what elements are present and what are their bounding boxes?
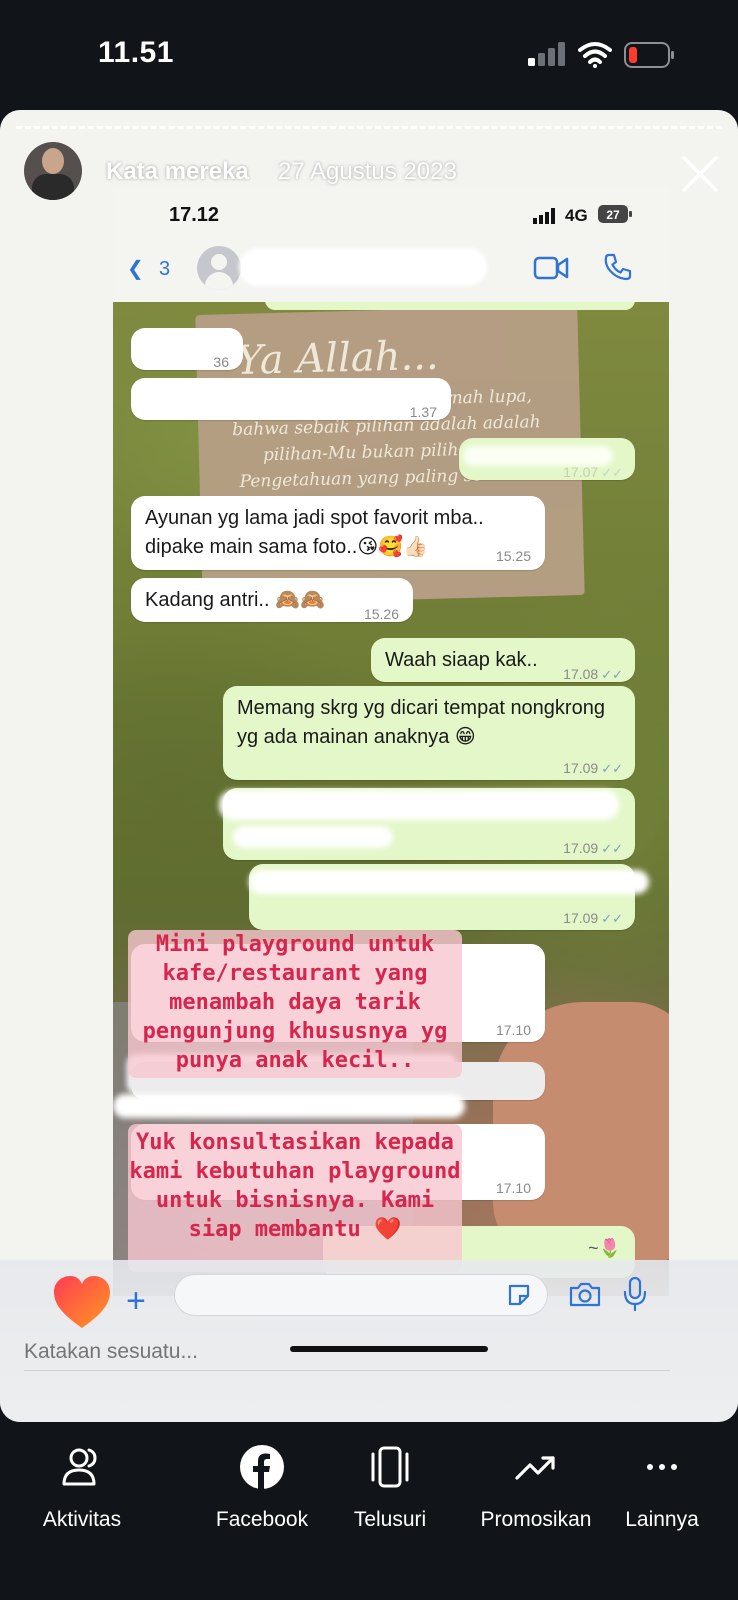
home-indicator: [290, 1346, 488, 1352]
wallpaper-line: pilihan-Mu bukan piliha: [262, 439, 469, 466]
message-bubble-in: 17.10: [131, 944, 545, 1042]
message-bubble-out: [265, 302, 635, 310]
nav-item-facebook[interactable]: Facebook: [192, 1444, 332, 1532]
status-time: 11.51: [98, 36, 174, 69]
camera-icon[interactable]: [568, 1280, 602, 1308]
heart-icon[interactable]: [52, 1274, 112, 1330]
add-icon[interactable]: +: [126, 1284, 146, 1318]
nav-label: Lainnya: [625, 1508, 699, 1531]
reply-bar: +: [0, 1260, 738, 1422]
redaction: [233, 826, 393, 848]
chevron-left-icon: ❮: [127, 258, 144, 280]
wifi-icon: [578, 42, 612, 68]
message-text: Waah siaap kak..: [385, 649, 538, 671]
redaction: [113, 1094, 465, 1118]
message-text: Memang skrg yg dicari tempat nongkrong y…: [237, 697, 605, 748]
status-bar: 11.51: [0, 0, 738, 110]
more-icon: [647, 1464, 677, 1470]
reply-input[interactable]: [24, 1340, 444, 1364]
story-viewer: 17.12 4G 27 ❮ 3 Ya Allah... ernah lupa, …: [0, 110, 738, 1422]
message-time: 17.09 ✓✓: [563, 910, 623, 926]
nav-label: Telusuri: [353, 1508, 427, 1531]
phone-icon: [604, 253, 632, 281]
message-time: 17.07 ✓✓: [563, 464, 623, 480]
screenshot-network: 4G: [565, 206, 588, 225]
message-time: 17.08 ✓✓: [563, 666, 623, 682]
redaction: [249, 870, 649, 894]
divider: [24, 1370, 670, 1371]
message-bubble-out: 17.09 ✓✓: [219, 788, 635, 860]
message-bubble-out: 17.09 ✓✓: [249, 864, 649, 930]
message-time: 1.37: [409, 404, 437, 420]
nav-item-aktivitas[interactable]: Aktivitas: [12, 1444, 152, 1532]
story-progress-bar: [16, 126, 722, 129]
message-text: ~🌷: [588, 1238, 621, 1258]
message-bubble-in: 17.10: [131, 1124, 545, 1200]
sticker-icon[interactable]: [506, 1282, 532, 1308]
message-bubble-in: 1.37: [131, 378, 451, 420]
message-text: Kadang antri.. 🙈🙈: [145, 589, 325, 611]
nav-label: Aktivitas: [42, 1508, 122, 1531]
chat-header: 17.12 4G 27 ❮ 3: [113, 186, 669, 302]
browse-icon: [371, 1446, 409, 1488]
battery-icon: [624, 42, 674, 68]
message-time: 17.10: [495, 1180, 531, 1196]
story-username[interactable]: Kata mereka: [106, 158, 249, 186]
contact-avatar: [197, 246, 241, 290]
facebook-icon: [240, 1445, 284, 1489]
nav-item-telusuri[interactable]: Telusuri: [320, 1444, 460, 1532]
signal-icon: [528, 42, 565, 66]
message-time: 36: [213, 354, 229, 370]
microphone-icon[interactable]: [622, 1276, 648, 1312]
message-time: 17.10: [495, 1022, 531, 1038]
wallpaper-line: Pengetahuan yang paling se: [239, 465, 483, 492]
promote-icon: [515, 1456, 555, 1480]
video-call-icon: [533, 256, 569, 280]
avatar[interactable]: [24, 142, 82, 200]
message-time: 17.09 ✓✓: [563, 840, 623, 856]
message-bubble-out: 17.07 ✓✓: [459, 438, 635, 480]
message-text: Ayunan yg lama jadi spot favorit mba.. d…: [145, 507, 484, 558]
message-bubble-out: Memang skrg yg dicari tempat nongkrong y…: [223, 686, 635, 780]
message-bubble-in: Ayunan yg lama jadi spot favorit mba.. d…: [131, 496, 545, 570]
screenshot-battery-icon: 27: [598, 205, 632, 223]
message-time: 15.26: [363, 606, 399, 622]
story-image: 17.12 4G 27 ❮ 3 Ya Allah... ernah lupa, …: [113, 186, 669, 1296]
nav-item-lainnya[interactable]: Lainnya: [600, 1444, 724, 1532]
contact-name-redacted: [239, 248, 487, 286]
unread-count: 3: [159, 258, 171, 280]
screenshot-time: 17.12: [169, 204, 220, 226]
story-date: 27 Agustus 2023: [278, 158, 457, 185]
bottom-nav: Aktivitas Facebook Telusuri Promosikan L…: [0, 1422, 738, 1600]
message-time: 17.09 ✓✓: [563, 760, 623, 776]
message-bubble-in: 36: [131, 328, 243, 370]
message-bubble-out: Waah siaap kak.. 17.08 ✓✓: [371, 638, 635, 682]
chat-area: Ya Allah... ernah lupa, bahwa sebaik pil…: [113, 302, 669, 1296]
close-icon[interactable]: [680, 154, 720, 194]
screenshot-signal-icon: [533, 208, 555, 224]
message-bubble-in: Kadang antri.. 🙈🙈 15.26: [131, 578, 413, 622]
message-input-pill[interactable]: [174, 1274, 548, 1316]
message-time: 15.25: [495, 548, 531, 564]
activity-icon: [62, 1448, 97, 1486]
nav-item-promosikan[interactable]: Promosikan: [456, 1444, 616, 1532]
nav-label: Facebook: [215, 1508, 309, 1531]
nav-label: Promosikan: [480, 1508, 592, 1531]
redaction: [219, 790, 619, 820]
wallpaper-title: Ya Allah...: [235, 332, 440, 384]
screenshot-battery-level: 27: [606, 208, 620, 222]
